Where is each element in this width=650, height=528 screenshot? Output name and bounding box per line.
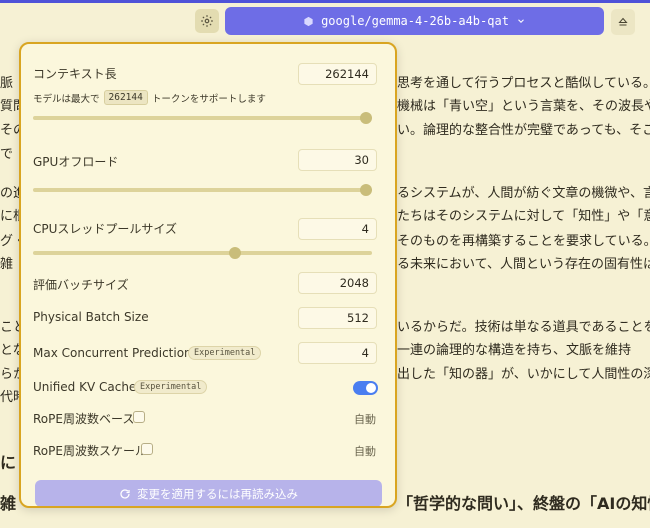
hint-max-tokens: 262144 (103, 90, 148, 105)
model-selector-button[interactable]: google/gemma-4-26b-a4b-qat (225, 7, 604, 35)
rope-scale-checkbox[interactable] (141, 443, 153, 455)
experimental-badge: Experimental (188, 346, 262, 360)
eval-batch-label: 評価バッチサイズ (33, 278, 129, 292)
slider-thumb[interactable] (360, 112, 372, 124)
article-line-left: に (0, 453, 17, 472)
model-name: google/gemma-4-26b-a4b-qat (321, 14, 509, 28)
max-concurrent-input[interactable]: 4 (298, 342, 377, 364)
top-bar: google/gemma-4-26b-a4b-qat (0, 3, 650, 40)
article-line-right: 「哲学的な問い」、終盤の「AIの知性」へと、 (397, 494, 650, 513)
rope-base-checkbox[interactable] (133, 411, 145, 423)
max-concurrent-label: Max Concurrent Predictions (33, 346, 198, 360)
article-line-right: 一連の論理的な構造を持ち、文脈を維持 (397, 343, 632, 358)
article-line-right: 機械は「青い空」という言葉を、その波長や視 (397, 99, 650, 114)
slider-thumb[interactable] (360, 184, 372, 196)
gpu-offload-slider[interactable] (33, 184, 372, 196)
article-line-right: るシステムが、人間が紡ぐ文章の機微や、言 (397, 186, 650, 201)
experimental-badge: Experimental (134, 380, 208, 394)
article-line-right: いるからだ。技術は単なる道具であることを超 (397, 320, 650, 335)
article-line-left: 雑 (0, 257, 14, 272)
unified-kv-toggle[interactable] (353, 381, 378, 395)
rope-scale-auto: 自動 (354, 445, 376, 458)
rope-base-label: RoPE周波数ベース (33, 412, 135, 426)
settings-button[interactable] (195, 9, 219, 33)
article-line-right: そのものを再構築することを要求している。議 (397, 234, 650, 249)
cube-icon (304, 16, 313, 26)
hint-suffix: トークンをサポートします (151, 93, 266, 105)
unified-kv-label: Unified KV Cache (33, 380, 137, 394)
gpu-offload-input[interactable]: 30 (298, 149, 377, 171)
gear-icon (201, 15, 213, 27)
eject-button[interactable] (611, 9, 635, 35)
refresh-icon (120, 488, 130, 499)
eval-batch-input[interactable]: 2048 (298, 272, 377, 294)
toggle-knob (366, 383, 376, 393)
reload-button[interactable]: 変更を適用するには再読み込み (35, 480, 382, 506)
context-length-input[interactable]: 262144 (298, 63, 377, 85)
cpu-threads-slider[interactable] (33, 247, 372, 259)
physical-batch-input[interactable]: 512 (298, 307, 377, 329)
article-line-left: 脈 (0, 76, 14, 91)
physical-batch-label: Physical Batch Size (33, 310, 149, 324)
article-line-right: たちはそのシステムに対して「知性」や「意識」 (397, 209, 650, 224)
rope-scale-label: RoPE周波数スケール (33, 444, 147, 458)
context-length-hint: モデルは最大で 262144 トークンをサポートします (33, 90, 266, 105)
article-line-left: 雑 (0, 494, 17, 513)
gpu-offload-label: GPUオフロード (33, 155, 119, 169)
slider-thumb[interactable] (229, 247, 242, 259)
chevron-down-icon (518, 19, 524, 23)
model-settings-panel: コンテキスト長 262144 モデルは最大で 262144 トークンをサポートし… (19, 42, 397, 508)
article-line-right: 出した「知の器」が、いかにして人間性の深淵 (397, 367, 650, 382)
cpu-threads-input[interactable]: 4 (298, 218, 377, 240)
article-line-right: い。論理的な整合性が完璧であっても、そこ (397, 123, 650, 138)
article-line-right: 思考を通して行うプロセスと酷似している。し (397, 76, 650, 91)
rope-base-auto: 自動 (354, 413, 376, 426)
eject-icon (618, 17, 628, 26)
cpu-threads-label: CPUスレッドプールサイズ (33, 222, 178, 236)
context-length-label: コンテキスト長 (33, 67, 117, 81)
reload-button-label: 変更を適用するには再読み込み (137, 486, 298, 501)
article-line-left: で (0, 147, 14, 162)
article-line-right: る未来において、人間という存在の固有性は (397, 257, 650, 272)
hint-prefix: モデルは最大で (33, 93, 100, 105)
context-length-slider[interactable] (33, 112, 372, 124)
